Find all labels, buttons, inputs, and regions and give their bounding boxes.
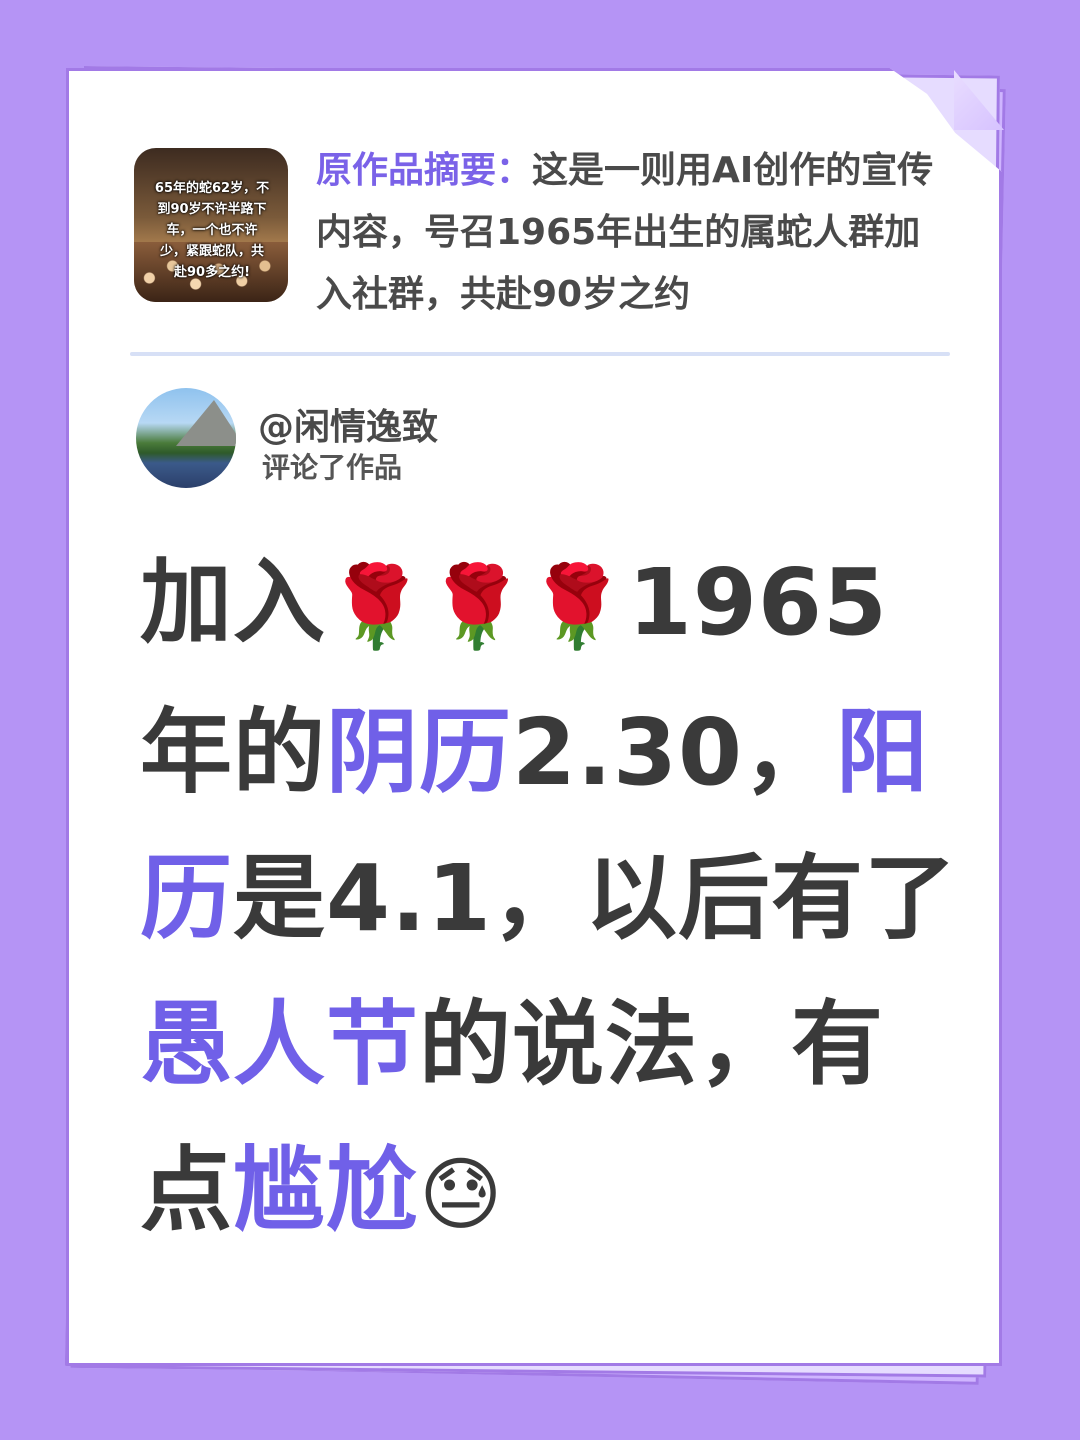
comment-highlight: 阴历 <box>326 699 513 806</box>
comment-segment: 2.30， <box>512 699 837 806</box>
mountain-image <box>176 400 236 446</box>
rose-icon: 🌹 <box>426 560 528 653</box>
comment-segment: 是4.1，以后有了 <box>233 845 957 952</box>
rose-icon: 🌹 <box>326 560 427 653</box>
thumbnail-caption: 65年的蛇62岁，不 到90岁不许半路下 车，一个也不许 少，紧跟蛇队，共 赴9… <box>154 181 270 280</box>
avatar[interactable] <box>136 388 236 488</box>
original-work-summary: 原作品摘要：这是一则用AI创作的宣传内容，号召1965年出生的属蛇人群加入社群，… <box>316 140 936 326</box>
comment-text: 加入🌹🌹🌹1965年的阴历2.30，阳历是4.1，以后有了愚人节的说法，有点尴尬… <box>140 530 960 1268</box>
divider <box>130 352 950 356</box>
rose-icon: 🌹 <box>527 560 628 653</box>
original-work-thumbnail[interactable]: 65年的蛇62岁，不 到90岁不许半路下 车，一个也不许 少，紧跟蛇队，共 赴9… <box>134 148 288 302</box>
comment-highlight: 愚人节 <box>140 991 420 1098</box>
summary-label: 原作品摘要： <box>316 150 533 191</box>
sweat-face-icon: 😓 <box>419 1148 504 1241</box>
commenter-handle[interactable]: @闲情逸致 <box>258 398 438 450</box>
comment-action-label: 评论了作品 <box>262 451 403 484</box>
comment-highlight: 尴尬 <box>233 1137 420 1244</box>
comment-segment: 加入 <box>140 549 327 656</box>
